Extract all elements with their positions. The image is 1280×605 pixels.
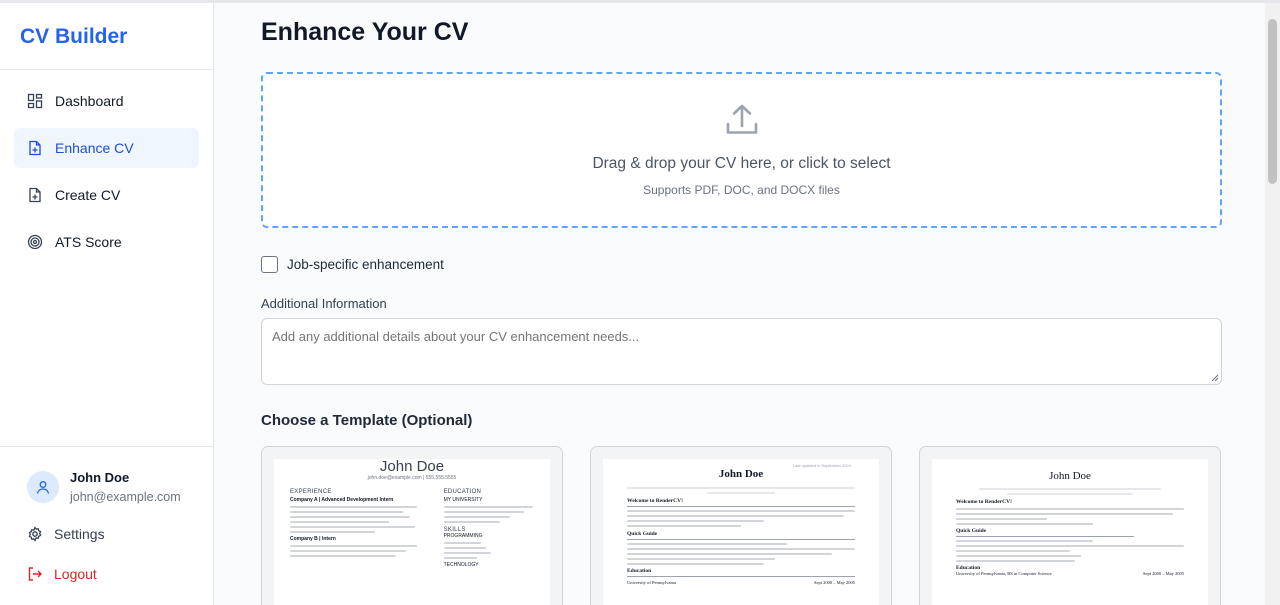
additional-info-textarea[interactable] xyxy=(261,318,1222,385)
user-profile[interactable]: John Doe john@example.com xyxy=(0,447,214,504)
main-content: Enhance Your CV Drag & drop your CV here… xyxy=(215,3,1265,605)
template-card[interactable]: John Doe john.doe@example.com | 555.555.… xyxy=(261,446,563,605)
settings-label: Settings xyxy=(54,526,105,542)
template-section-heading: Experience xyxy=(290,489,332,495)
template-section-heading: Education xyxy=(443,489,482,495)
template-company: Company A | Advanced Development Intern xyxy=(290,497,394,503)
sidebar-footer: John Doe john@example.com Settings Logou… xyxy=(0,446,214,586)
template-section-heading: Welcome to RenderCV! xyxy=(627,498,683,504)
user-email: john@example.com xyxy=(70,490,181,504)
template-name: John Doe xyxy=(718,468,764,480)
template-preview: Last updated in September 2024 John Doe … xyxy=(603,459,879,605)
job-specific-checkbox[interactable] xyxy=(261,256,278,273)
template-university: My University xyxy=(443,497,483,503)
page-title: Enhance Your CV xyxy=(261,18,469,46)
logout-link[interactable]: Logout xyxy=(0,562,214,586)
page-scrollbar[interactable] xyxy=(1265,3,1280,605)
template-section-heading: Education xyxy=(627,568,652,574)
template-updated: Last updated in September 2024 xyxy=(792,463,851,468)
template-contact: john.doe@example.com | 555.555.5555 xyxy=(367,475,457,481)
gear-icon xyxy=(27,526,43,542)
cv-dropzone[interactable]: Drag & drop your CV here, or click to se… xyxy=(261,72,1222,228)
settings-link[interactable]: Settings xyxy=(0,522,214,546)
logout-icon xyxy=(27,566,43,582)
scrollbar-thumb[interactable] xyxy=(1268,19,1277,184)
sidebar-item-enhance-cv[interactable]: Enhance CV xyxy=(14,128,199,168)
dashboard-icon xyxy=(27,93,43,109)
dropzone-title: Drag & drop your CV here, or click to se… xyxy=(592,155,891,172)
sidebar-nav: Dashboard Enhance CV Create CV ATS Score xyxy=(0,70,213,262)
upload-icon xyxy=(724,102,760,138)
template-name: John Doe xyxy=(379,459,445,475)
resize-handle-icon[interactable] xyxy=(1211,374,1219,382)
sidebar-item-dashboard[interactable]: Dashboard xyxy=(14,81,199,121)
job-specific-label[interactable]: Job-specific enhancement xyxy=(287,257,444,272)
template-university: University of Pennsylvania, BS in Comput… xyxy=(956,571,1052,576)
file-plus-icon xyxy=(27,140,43,156)
job-specific-row: Job-specific enhancement xyxy=(261,256,444,273)
template-card[interactable]: John Doe Welcome to RenderCV! Quick Guid… xyxy=(919,446,1221,605)
template-dates: Sept 2000 – May 2005 xyxy=(814,580,855,585)
template-skill-group: Technology xyxy=(443,562,479,568)
template-section-heading: Welcome to RenderCV! xyxy=(956,499,1012,505)
template-name: John Doe xyxy=(1049,470,1091,482)
avatar xyxy=(27,471,59,503)
dropzone-subtitle: Supports PDF, DOC, and DOCX files xyxy=(643,183,840,197)
sidebar-item-label: Create CV xyxy=(55,187,121,203)
user-icon xyxy=(36,481,50,494)
sidebar-item-create-cv[interactable]: Create CV xyxy=(14,175,199,215)
sidebar-item-label: Dashboard xyxy=(55,93,124,109)
logout-label: Logout xyxy=(54,566,97,582)
brand-logo[interactable]: CV Builder xyxy=(0,3,213,70)
template-section-heading: Quick Guide xyxy=(956,528,987,534)
template-section-heading: Quick Guide xyxy=(627,531,658,537)
target-icon xyxy=(27,234,43,250)
template-university: University of Pennsylvania xyxy=(627,580,676,585)
sidebar-item-ats-score[interactable]: ATS Score xyxy=(14,222,199,262)
file-plus-icon xyxy=(27,187,43,203)
sidebar-item-label: Enhance CV xyxy=(55,140,134,156)
sidebar: CV Builder Dashboard Enhance CV Create C… xyxy=(0,3,214,605)
template-skill-group: Programming xyxy=(443,533,483,539)
user-name: John Doe xyxy=(70,470,130,485)
template-dates: Sept 2000 – May 2005 xyxy=(1143,571,1184,576)
template-card[interactable]: Last updated in September 2024 John Doe … xyxy=(590,446,892,605)
templates-heading: Choose a Template (Optional) xyxy=(261,412,473,429)
sidebar-item-label: ATS Score xyxy=(55,234,122,250)
template-list: John Doe john.doe@example.com | 555.555.… xyxy=(261,446,1222,605)
template-preview: John Doe Welcome to RenderCV! Quick Guid… xyxy=(932,459,1208,605)
additional-info-label: Additional Information xyxy=(261,296,387,311)
template-preview: John Doe john.doe@example.com | 555.555.… xyxy=(274,459,550,605)
template-company: Company B | Intern xyxy=(290,536,336,542)
